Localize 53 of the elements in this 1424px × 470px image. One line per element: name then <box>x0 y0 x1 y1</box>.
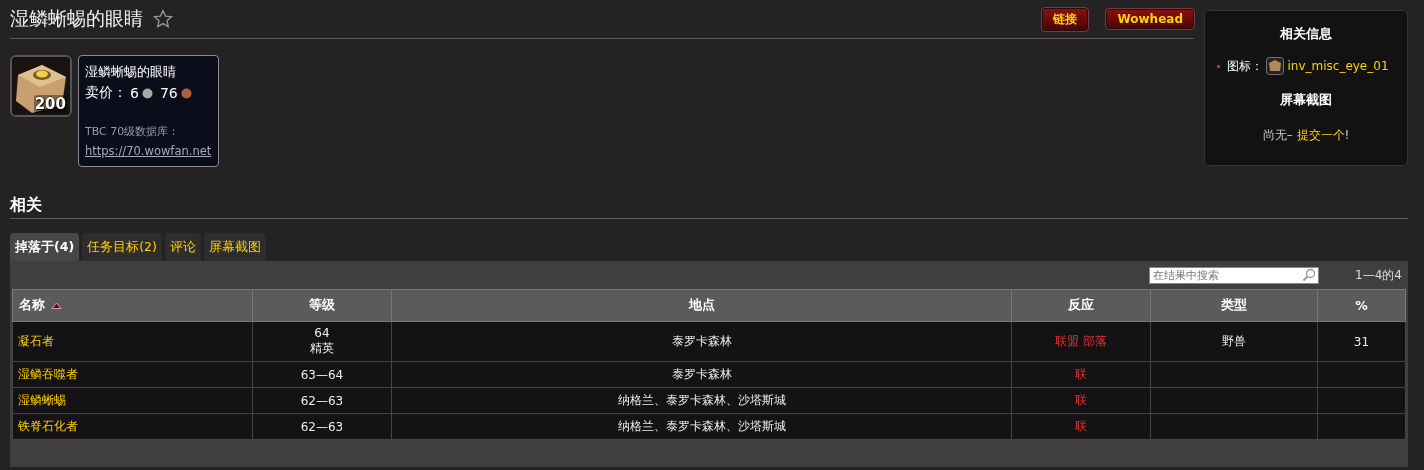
npc-name-link[interactable]: 凝石者 <box>12 321 253 362</box>
npc-name-link[interactable]: 湿鳞吞噬者 <box>12 361 253 388</box>
column-header[interactable]: 反应 <box>1011 289 1151 322</box>
source-note: TBC 70级数据库： <box>85 124 181 139</box>
location-cell: 泰罗卡森林 <box>391 321 1012 362</box>
source-link[interactable]: https://70.wowfan.net <box>85 144 212 158</box>
faction-link[interactable]: 部落 <box>1083 334 1107 348</box>
faction-link[interactable]: 联盟 <box>1055 334 1079 348</box>
header-link-button[interactable]: 链接 <box>1042 7 1089 31</box>
column-header[interactable]: 类型 <box>1150 289 1318 322</box>
drop-percent: 31 <box>1353 334 1370 349</box>
submit-link[interactable]: 提交一个 <box>1296 128 1345 142</box>
header-link-button[interactable]: Wowhead <box>1106 9 1194 29</box>
level-cell: 62—63 <box>252 387 392 414</box>
price-label: 卖价： <box>85 84 127 102</box>
npc-name-link[interactable]: 铁脊石化者 <box>12 413 253 440</box>
location-cell: 纳格兰、泰罗卡森林、沙塔斯城 <box>391 387 1012 414</box>
screenshots-title: 屏幕截图 <box>1280 91 1332 109</box>
type-text: 野兽 <box>1222 334 1246 348</box>
level-cell: 64 精英 <box>252 321 392 362</box>
column-header[interactable]: 名称 <box>12 289 253 322</box>
result-count: 1—4的4 <box>1355 266 1402 284</box>
coin-icon <box>180 87 192 99</box>
level-cell: 63—64 <box>252 361 392 388</box>
sort-icon <box>51 302 62 309</box>
star-icon[interactable] <box>153 9 173 29</box>
search-icon[interactable] <box>1302 267 1317 282</box>
faction-link[interactable]: 联 <box>1075 419 1087 433</box>
column-header[interactable]: % <box>1317 289 1406 322</box>
tab[interactable]: 屏幕截图 <box>203 233 266 261</box>
search-field[interactable]: 在结果中搜索 <box>1149 266 1320 284</box>
location-cell: 泰罗卡森林 <box>391 361 1012 388</box>
tab[interactable]: 评论 <box>164 233 201 261</box>
column-header[interactable]: 等级 <box>252 289 392 322</box>
info-title: 相关信息 <box>1280 25 1332 43</box>
icon-label: 图标： <box>1227 57 1264 75</box>
item-name: 湿鳞蜥蜴的眼睛 <box>85 64 177 81</box>
npc-name-link[interactable]: 湿鳞蜥蜴 <box>12 387 253 414</box>
faction-link[interactable]: 联 <box>1075 393 1087 407</box>
icon-name-link[interactable]: inv_misc_eye_01 <box>1287 59 1389 73</box>
level-cell: 62—63 <box>252 413 392 440</box>
coin-amount: 6 <box>130 85 139 101</box>
section-title: 相关 <box>10 195 1408 219</box>
tab[interactable]: 任务目标(2) <box>82 233 162 261</box>
bullet-icon <box>1217 64 1221 68</box>
page-title: 湿鳞蜥蜴的眼睛 <box>10 6 143 31</box>
location-cell: 纳格兰、泰罗卡森林、沙塔斯城 <box>391 413 1012 440</box>
screenshots-note: 尚无– 提交一个! <box>1262 127 1350 144</box>
column-header[interactable]: 地点 <box>391 289 1012 322</box>
tab[interactable]: 掉落于(4) <box>10 233 80 261</box>
coin-icon <box>141 87 153 99</box>
faction-link[interactable]: 联 <box>1075 367 1087 381</box>
coin-amount: 76 <box>159 85 178 101</box>
